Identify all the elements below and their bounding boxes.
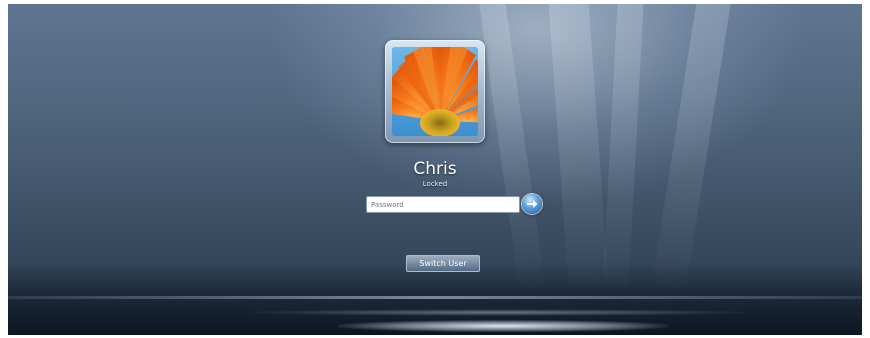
password-input[interactable]: [366, 196, 520, 213]
light-ray: [602, 4, 644, 295]
switch-user-button[interactable]: Switch User: [406, 255, 480, 272]
orange-daisy-photo: [392, 47, 478, 136]
water-reflection: [238, 309, 758, 316]
light-ray: [548, 4, 609, 295]
account-status: Locked: [422, 180, 448, 188]
submit-button[interactable]: [522, 194, 542, 214]
horizon: [8, 296, 862, 299]
user-account-picture: [385, 40, 485, 143]
light-ray: [651, 4, 732, 293]
arrow-right-icon: [527, 200, 538, 208]
account-picture-image: [392, 47, 478, 136]
sun-glare: [338, 320, 668, 332]
light-ray: [478, 4, 546, 293]
user-name: Chris: [413, 159, 457, 179]
